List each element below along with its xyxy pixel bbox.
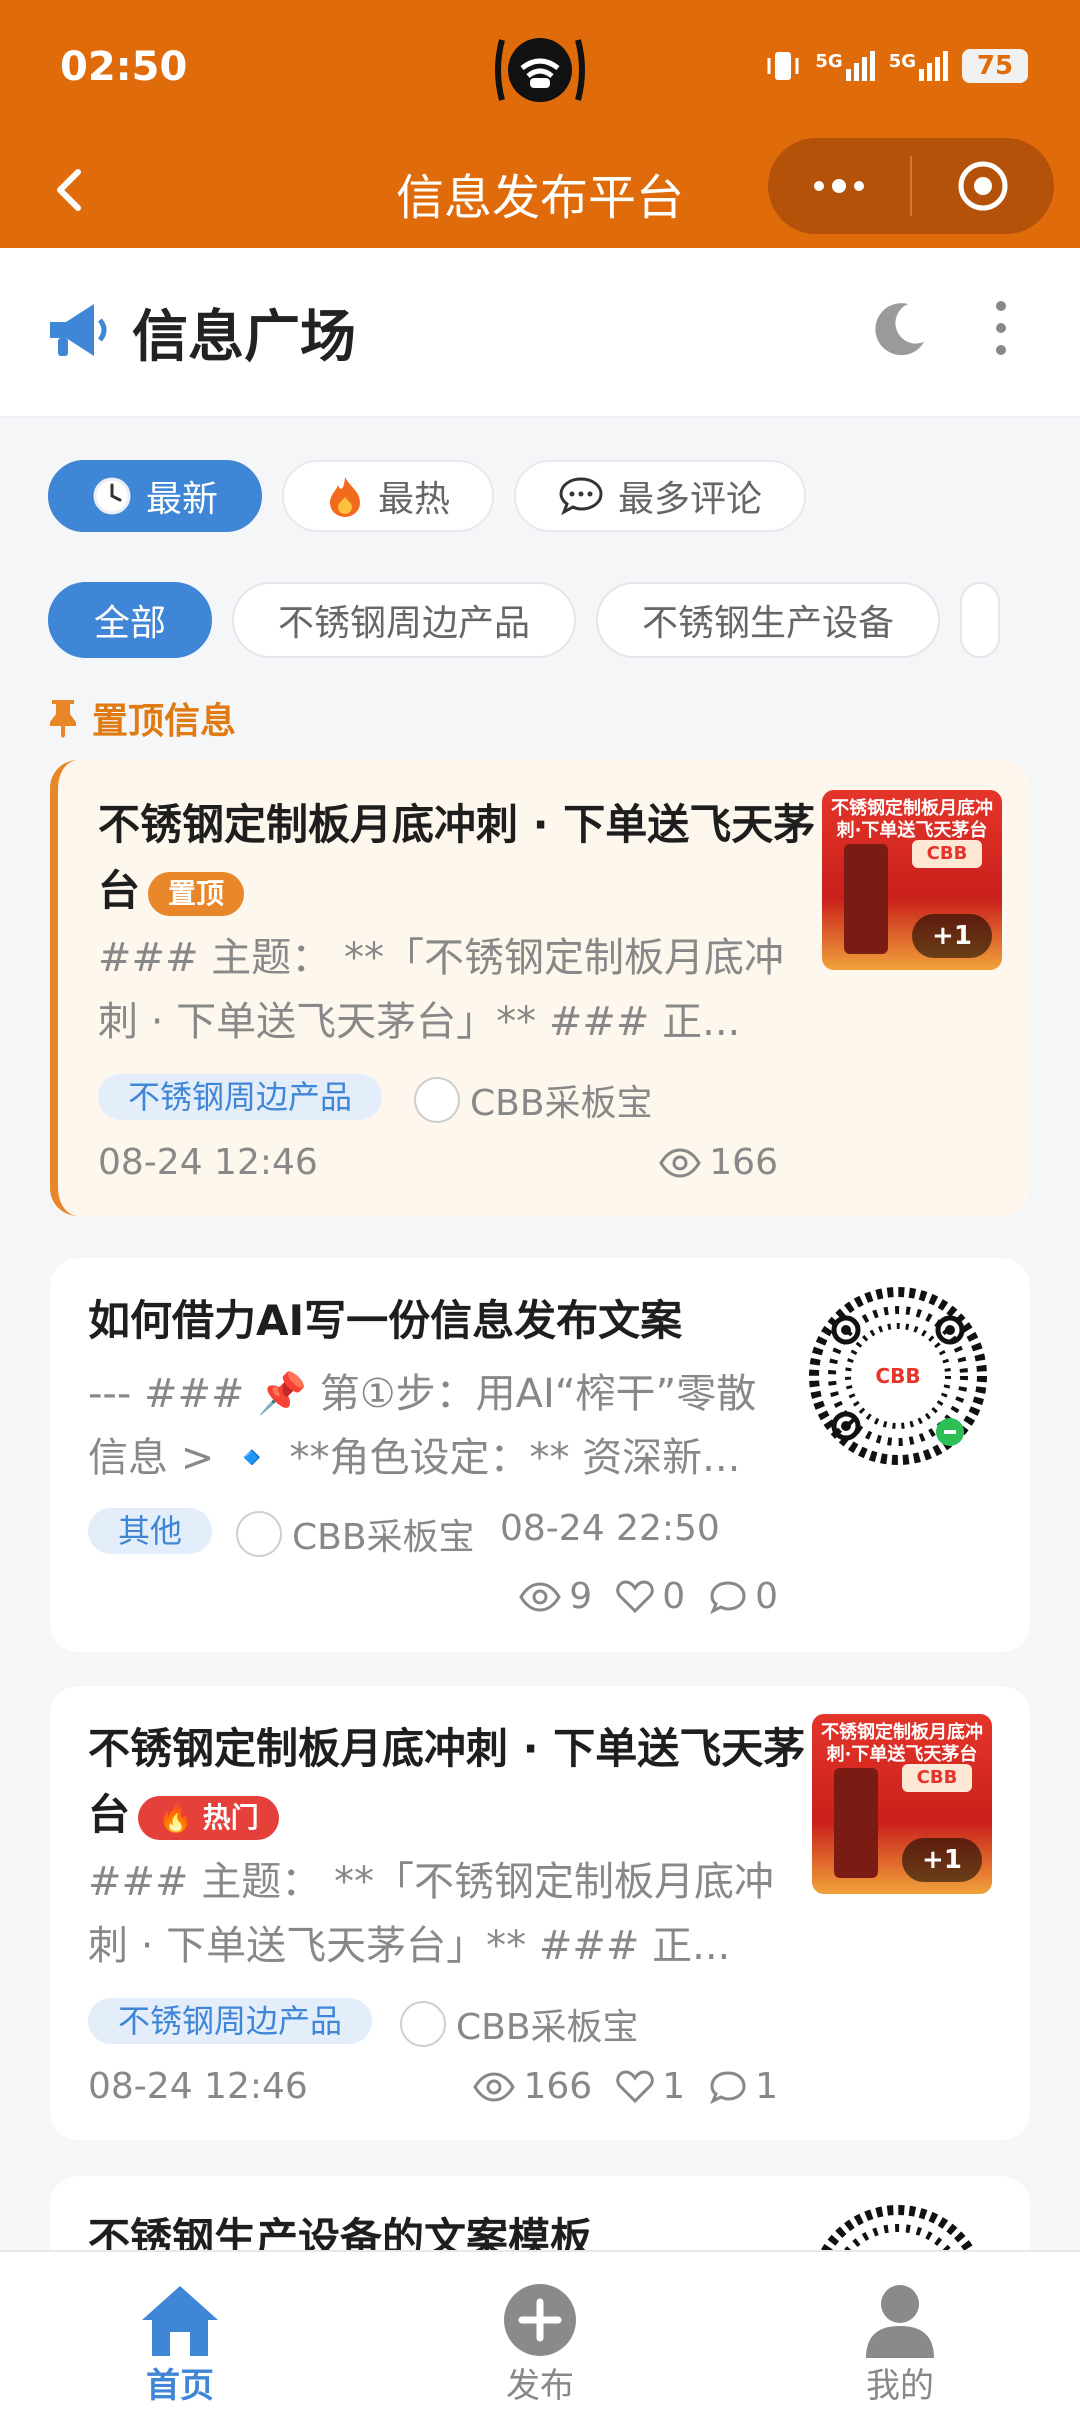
- kebab-menu-icon[interactable]: [986, 298, 1016, 358]
- post-thumbnail[interactable]: 不锈钢定制板月底冲刺·下单送飞天茅台 CBB +1: [822, 790, 1002, 970]
- fire-icon: [330, 477, 361, 517]
- category-bar: 全部 不锈钢周边产品 不锈钢生产设备: [48, 582, 1030, 660]
- heart-icon: [616, 1579, 654, 1613]
- post-date: 08-24 12:46: [88, 2066, 308, 2107]
- nav-bar: 信息发布平台: [0, 138, 1080, 248]
- cbb-logo: CBB: [875, 1364, 921, 1388]
- tab-publish[interactable]: 发布: [440, 2282, 640, 2407]
- post-category-tag[interactable]: 不锈钢周边产品: [98, 1074, 383, 1120]
- target-icon: [958, 161, 1008, 211]
- home-icon: [142, 2286, 218, 2356]
- post-summary: ### 主题： **「不锈钢定制板月底冲刺 · 下单送飞天茅台」** ### 正…: [88, 1859, 774, 1969]
- category-chip-stainless-equipment[interactable]: 不锈钢生产设备: [596, 582, 941, 658]
- eye-icon: [659, 1147, 702, 1178]
- comments-stat[interactable]: 0: [709, 1576, 778, 1617]
- post-title: 如何借力AI写一份信息发布文案: [88, 1296, 683, 1345]
- post-thumbnail-qrcode[interactable]: CBB: [808, 1286, 988, 1466]
- pinned-section-label: 置顶信息: [46, 692, 236, 744]
- eye-icon: [519, 1581, 562, 1612]
- post-author[interactable]: CBB采板宝: [400, 1998, 639, 2050]
- post-author[interactable]: CBB采板宝: [414, 1074, 653, 1126]
- bottle-image: [844, 844, 888, 954]
- tab-mine[interactable]: 我的: [800, 2282, 1000, 2407]
- bottom-tab-bar: 首页 发布 我的: [0, 2250, 1080, 2412]
- more-images-badge: +1: [902, 1838, 982, 1882]
- post-thumbnail[interactable]: 不锈钢定制板月底冲刺·下单送飞天茅台 CBB +1: [812, 1714, 992, 1894]
- likes-stat[interactable]: 1: [616, 2066, 685, 2107]
- post-card[interactable]: 不锈钢定制板月底冲刺 · 下单送飞天茅台 置顶 ### 主题： **「不锈钢定制板…: [50, 760, 1030, 1216]
- page-header: 信息广场: [0, 248, 1080, 418]
- post-card[interactable]: 如何借力AI写一份信息发布文案 --- ### 📌 第①步：用AI“榨干”零散信…: [50, 1258, 1030, 1652]
- cbb-logo: CBB: [912, 840, 982, 868]
- speech-bubble-icon: [559, 477, 603, 516]
- views-stat: 9: [519, 1576, 592, 1617]
- dark-mode-icon[interactable]: [870, 298, 930, 358]
- signal-icon-2: 5G: [889, 51, 948, 81]
- cbb-logo: CBB: [902, 1764, 972, 1792]
- signal-icon: 5G: [815, 51, 875, 81]
- post-category-tag[interactable]: 其他: [88, 1508, 213, 1554]
- heart-icon: [616, 2069, 654, 2103]
- sort-tabs: 最新 最热 最多评论: [48, 460, 807, 532]
- more-images-badge: +1: [912, 914, 992, 958]
- camera-cutout-icon: [492, 30, 588, 110]
- status-bar: 02:50 5G 5G 75: [0, 0, 1080, 140]
- vibrate-icon: [767, 52, 799, 80]
- pin-icon: [50, 700, 76, 738]
- page-title: 信息广场: [132, 305, 356, 370]
- post-title: 不锈钢定制板月底冲刺 · 下单送飞天茅台 🔥 热门: [88, 1724, 806, 1840]
- user-icon: [866, 2285, 934, 2358]
- category-chip-stainless-peripheral[interactable]: 不锈钢周边产品: [232, 582, 577, 658]
- plus-circle-icon: [504, 2284, 576, 2356]
- comment-icon: [710, 1580, 746, 1614]
- avatar: [414, 1077, 460, 1123]
- comments-stat[interactable]: 1: [709, 2066, 778, 2107]
- pinned-badge: 置顶: [148, 871, 245, 916]
- tab-home[interactable]: 首页: [80, 2282, 280, 2407]
- tab-most-comments[interactable]: 最多评论: [514, 460, 807, 532]
- more-dots-icon: [814, 179, 864, 193]
- clock-icon: [93, 477, 131, 515]
- comment-icon: [710, 2070, 746, 2104]
- post-summary: ### 主题： **「不锈钢定制板月底冲刺 · 下单送飞天茅台」** ### 正…: [98, 935, 784, 1045]
- post-date: 08-24 12:46: [98, 1142, 318, 1183]
- megaphone-icon: [50, 304, 107, 356]
- likes-stat[interactable]: 0: [616, 1576, 685, 1617]
- post-date: 08-24 22:50: [500, 1508, 720, 1549]
- views-stat: 166: [659, 1142, 778, 1183]
- system-icons: 5G 5G 75: [765, 48, 1028, 84]
- eye-icon: [473, 2071, 516, 2102]
- post-author[interactable]: CBB采板宝: [236, 1508, 475, 1560]
- post-stats: 166 1 1: [459, 2066, 778, 2107]
- miniprogram-capsule: [768, 138, 1054, 234]
- tab-latest[interactable]: 最新: [48, 460, 263, 532]
- post-title: 不锈钢定制板月底冲刺 · 下单送飞天茅台 置顶: [98, 800, 816, 916]
- views-stat: 166: [473, 2066, 592, 2107]
- avatar: [236, 1511, 282, 1557]
- close-miniprogram-button[interactable]: [912, 138, 1054, 234]
- category-chip-more[interactable]: [960, 582, 1001, 658]
- tab-hottest[interactable]: 最热: [282, 460, 495, 532]
- post-stats: 9 0 0: [505, 1576, 778, 1617]
- category-chip-all[interactable]: 全部: [48, 582, 213, 658]
- hot-badge: 🔥 热门: [138, 1795, 279, 1840]
- more-button[interactable]: [768, 138, 910, 234]
- avatar: [400, 2001, 446, 2047]
- post-card[interactable]: 不锈钢定制板月底冲刺 · 下单送飞天茅台 🔥 热门 ### 主题： **「不锈钢定…: [50, 1686, 1030, 2140]
- post-category-tag[interactable]: 不锈钢周边产品: [88, 1998, 373, 2044]
- post-stats: 166: [645, 1142, 778, 1183]
- post-summary: --- ### 📌 第①步：用AI“榨干”零散信息 > 🔹 **角色设定：** …: [88, 1371, 757, 1481]
- status-time: 02:50: [60, 44, 188, 90]
- bottle-image: [834, 1768, 878, 1878]
- battery-icon: 75: [962, 49, 1028, 83]
